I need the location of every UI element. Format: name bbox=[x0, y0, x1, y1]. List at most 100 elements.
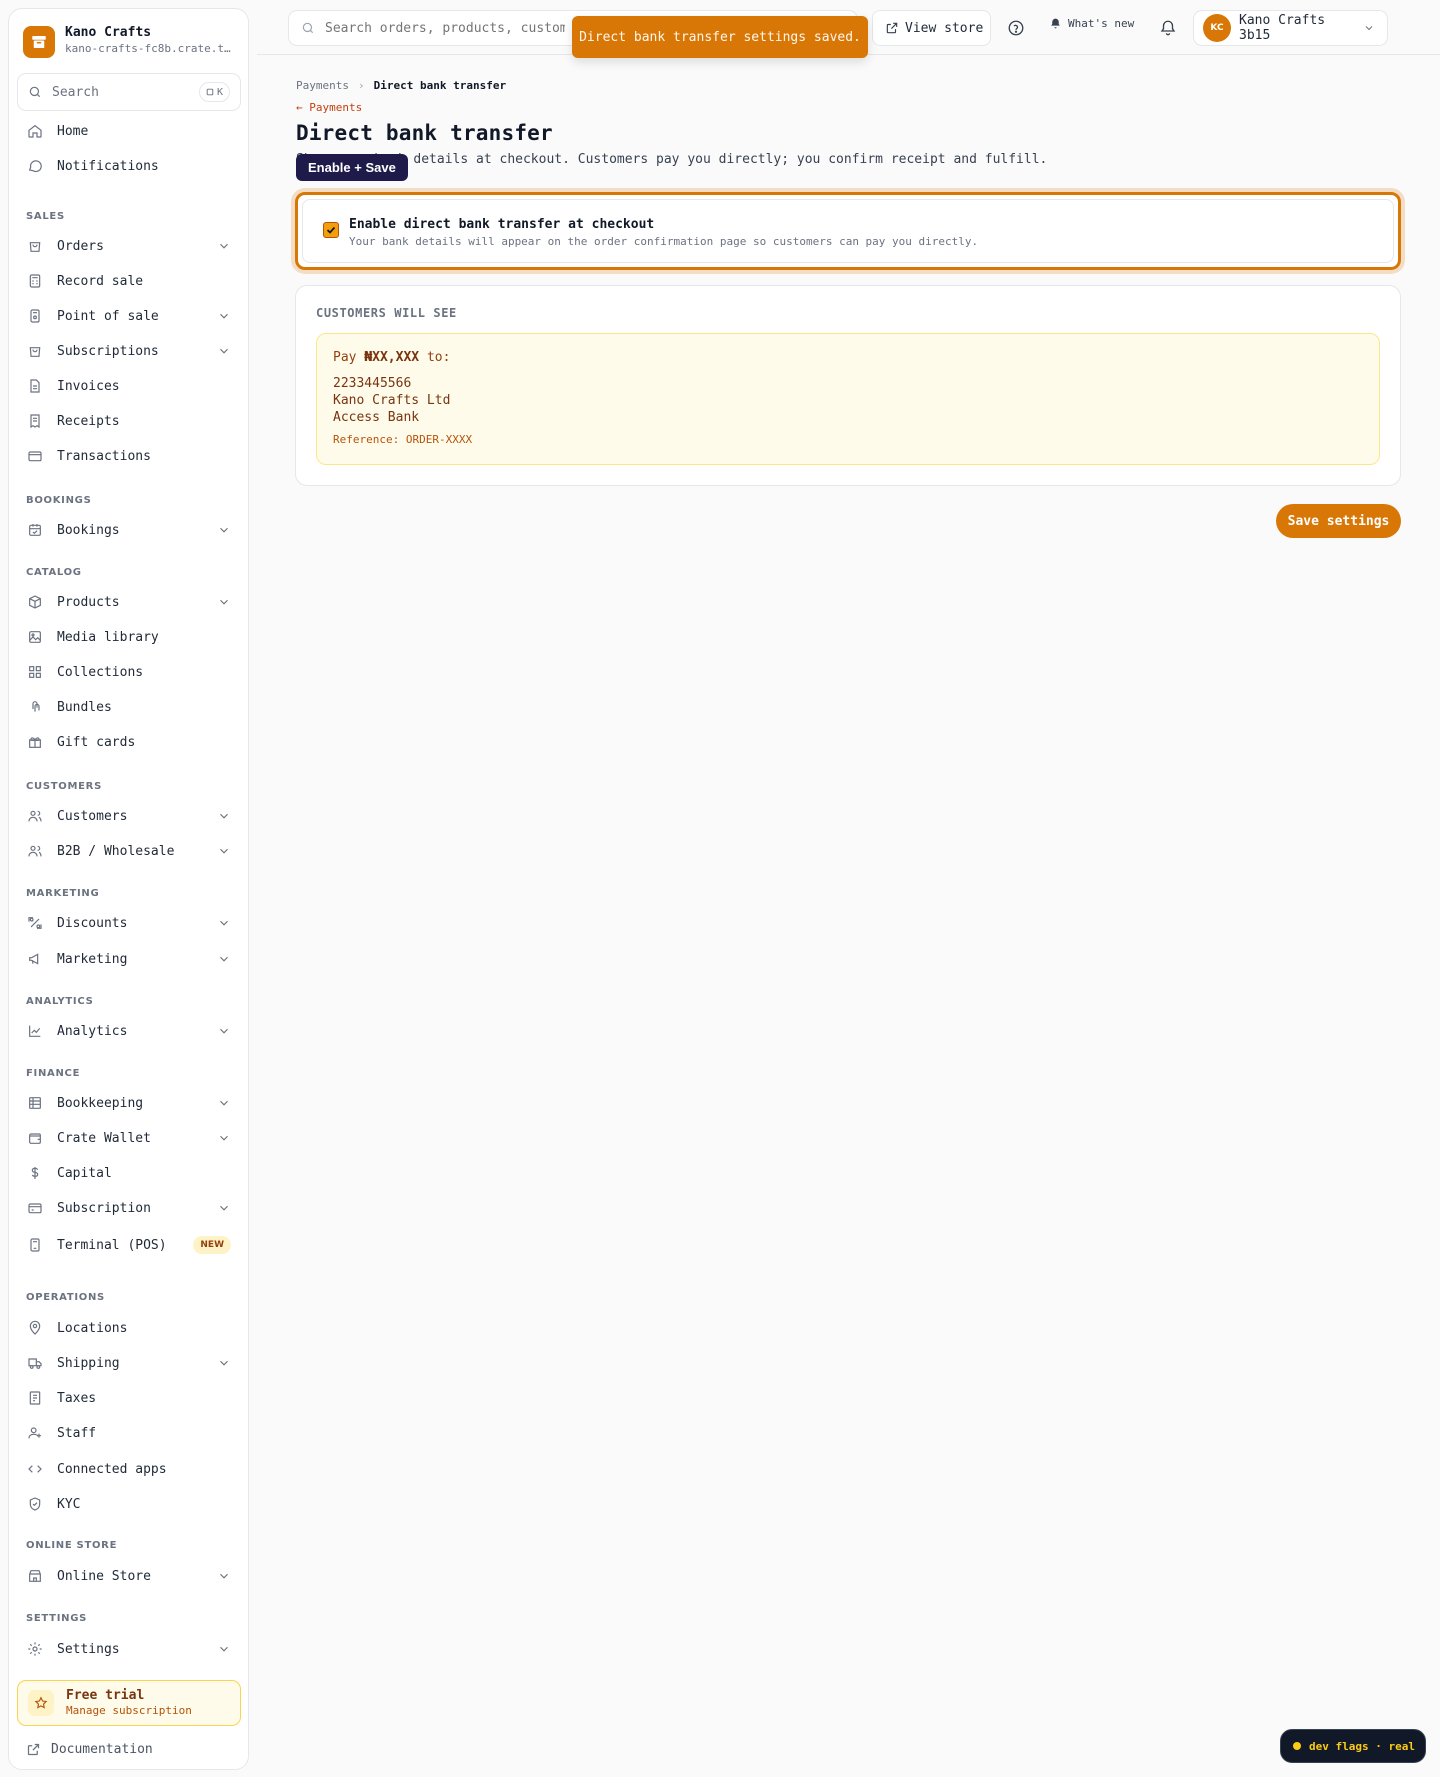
section-label-finance: FINANCE bbox=[26, 1068, 81, 1079]
account-menu[interactable]: KC Kano Crafts 3b15 bbox=[1193, 10, 1388, 46]
sidebar-item-taxes[interactable]: Taxes bbox=[17, 1382, 241, 1414]
whats-new-label: What's new bbox=[1068, 17, 1135, 30]
enable-checkbox[interactable] bbox=[323, 222, 339, 238]
store-switcher[interactable]: Kano Crafts kano-crafts-fc8b.crate.t… bbox=[23, 24, 235, 72]
documentation-link[interactable]: Documentation bbox=[26, 1742, 153, 1757]
chevron-down-icon bbox=[220, 956, 228, 962]
sidebar-item-discounts[interactable]: Discounts bbox=[17, 907, 241, 939]
sidebar-item-gift-cards[interactable]: Gift cards bbox=[17, 726, 241, 758]
gift-icon bbox=[26, 733, 44, 751]
chevron-down-icon bbox=[220, 599, 228, 605]
save-settings-button[interactable]: Save settings bbox=[1276, 504, 1401, 538]
chevron-down-icon bbox=[220, 313, 228, 319]
users-icon bbox=[26, 807, 44, 825]
bell-filled-icon bbox=[1051, 18, 1060, 29]
sidebar-item-collections[interactable]: Collections bbox=[17, 656, 241, 688]
sidebar-item-home[interactable]: Home bbox=[17, 115, 241, 147]
chevron-down-icon bbox=[220, 1135, 228, 1141]
sidebar-search[interactable]: Search K bbox=[17, 73, 241, 111]
sidebar-item-products[interactable]: Products bbox=[17, 586, 241, 618]
manage-subscription-link[interactable]: Manage subscription bbox=[66, 1704, 192, 1718]
whats-new-button[interactable]: What's new bbox=[1049, 17, 1134, 30]
avatar: KC bbox=[1203, 14, 1231, 42]
sidebar-item-label: Online Store bbox=[57, 1568, 151, 1584]
sidebar-item-label: Settings bbox=[57, 1641, 120, 1657]
sidebar-item-label: B2B / Wholesale bbox=[57, 843, 175, 859]
sidebar-item-crate-wallet[interactable]: Crate Wallet bbox=[17, 1122, 241, 1154]
sidebar-item-label: Capital bbox=[57, 1165, 112, 1181]
sidebar-item-customers[interactable]: Customers bbox=[17, 800, 241, 832]
sidebar-item-label: Crate Wallet bbox=[57, 1130, 151, 1146]
documentation-label: Documentation bbox=[51, 1742, 153, 1757]
sidebar-item-receipts[interactable]: Receipts bbox=[17, 405, 241, 437]
sidebar-item-settings[interactable]: Settings bbox=[17, 1633, 241, 1665]
sidebar-item-capital[interactable]: Capital bbox=[17, 1157, 241, 1189]
breadcrumb-payments[interactable]: Payments bbox=[296, 79, 349, 92]
sidebar-item-transactions[interactable]: Transactions bbox=[17, 440, 241, 472]
sidebar-item-notifications[interactable]: Notifications bbox=[17, 150, 241, 182]
sidebar-item-connected-apps[interactable]: Connected apps bbox=[17, 1453, 241, 1485]
sidebar-item-subscription[interactable]: Subscription bbox=[17, 1192, 241, 1224]
help-button[interactable] bbox=[1005, 17, 1027, 39]
home-icon bbox=[26, 122, 44, 140]
enable-title: Enable direct bank transfer at checkout bbox=[349, 217, 655, 232]
sidebar-item-orders[interactable]: Orders bbox=[17, 230, 241, 262]
chevron-down-icon bbox=[220, 1646, 228, 1652]
notifications-button[interactable] bbox=[1157, 16, 1179, 40]
sidebar-item-b2b-wholesale[interactable]: B2B / Wholesale bbox=[17, 835, 241, 867]
sidebar-item-bookkeeping[interactable]: Bookkeeping bbox=[17, 1087, 241, 1119]
users-icon bbox=[26, 842, 44, 860]
sidebar-item-label: Gift cards bbox=[57, 734, 136, 750]
dev-flags-badge[interactable]: dev flags · real bbox=[1280, 1729, 1426, 1763]
sidebar-item-staff[interactable]: Staff bbox=[17, 1417, 241, 1449]
sidebar-item-label: Customers bbox=[57, 808, 128, 824]
sidebar-item-terminal-pos[interactable]: Terminal (POS) NEW bbox=[17, 1229, 241, 1261]
shopping-bag-icon bbox=[26, 342, 44, 360]
section-label-catalog: CATALOG bbox=[26, 567, 82, 578]
preview-box: Pay ₦XX,XXX to: 2233445566 Kano Crafts L… bbox=[316, 333, 1380, 465]
sidebar-item-bundles[interactable]: Bundles bbox=[17, 691, 241, 723]
sidebar-item-shipping[interactable]: Shipping bbox=[17, 1347, 241, 1379]
pay-line: Pay ₦XX,XXX to: bbox=[333, 350, 450, 365]
breadcrumb: Payments › Direct bank transfer bbox=[296, 79, 506, 92]
chevron-down-icon bbox=[220, 1028, 228, 1034]
sidebar-item-label: Connected apps bbox=[57, 1461, 167, 1477]
sidebar-item-label: Taxes bbox=[57, 1390, 97, 1406]
sidebar-item-marketing[interactable]: Marketing bbox=[17, 943, 241, 975]
free-trial-card[interactable]: Free trial Manage subscription bbox=[17, 1680, 241, 1726]
sidebar-item-kyc[interactable]: KYC bbox=[17, 1488, 241, 1520]
sidebar-item-online-store[interactable]: Online Store bbox=[17, 1560, 241, 1592]
shortcut-key: K bbox=[216, 86, 223, 98]
sidebar-item-label: Media library bbox=[57, 629, 159, 645]
sidebar-item-invoices[interactable]: Invoices bbox=[17, 370, 241, 402]
dollar-icon bbox=[26, 1164, 44, 1182]
enable-description: Your bank details will appear on the ord… bbox=[349, 235, 979, 248]
customer-preview-card: CUSTOMERS WILL SEE Pay ₦XX,XXX to: 22334… bbox=[295, 285, 1401, 486]
sidebar-item-media-library[interactable]: Media library bbox=[17, 621, 241, 653]
section-label-online-store: ONLINE STORE bbox=[26, 1540, 118, 1551]
back-to-payments-link[interactable]: ← Payments bbox=[296, 101, 362, 114]
link-icon bbox=[26, 698, 44, 716]
view-store-button[interactable]: View store bbox=[872, 10, 991, 46]
sidebar-item-bookings[interactable]: Bookings bbox=[17, 514, 241, 546]
sidebar-item-subscriptions[interactable]: Subscriptions bbox=[17, 335, 241, 367]
help-circle-icon bbox=[1008, 20, 1024, 36]
chat-bubble-icon bbox=[26, 157, 44, 175]
chevron-down-icon bbox=[220, 527, 228, 533]
pay-amount: ₦XX,XXX bbox=[364, 350, 420, 365]
chevron-down-icon bbox=[220, 1205, 228, 1211]
section-label-sales: SALES bbox=[26, 211, 65, 222]
sidebar-item-point-of-sale[interactable]: Point of sale bbox=[17, 300, 241, 332]
account-number: 2233445566 bbox=[333, 376, 412, 391]
sidebar-item-analytics[interactable]: Analytics bbox=[17, 1015, 241, 1047]
sidebar-item-record-sale[interactable]: Record sale bbox=[17, 265, 241, 297]
image-icon bbox=[26, 628, 44, 646]
account-name: Kano Crafts Ltd bbox=[333, 393, 451, 408]
global-search-input[interactable] bbox=[325, 20, 565, 36]
shortcut-badge: K bbox=[198, 82, 230, 102]
chevron-down-icon bbox=[220, 1100, 228, 1106]
sidebar-item-locations[interactable]: Locations bbox=[17, 1312, 241, 1344]
star-icon bbox=[28, 1690, 54, 1716]
bank-name: Access Bank bbox=[333, 410, 420, 425]
section-label-marketing: MARKETING bbox=[26, 888, 100, 899]
